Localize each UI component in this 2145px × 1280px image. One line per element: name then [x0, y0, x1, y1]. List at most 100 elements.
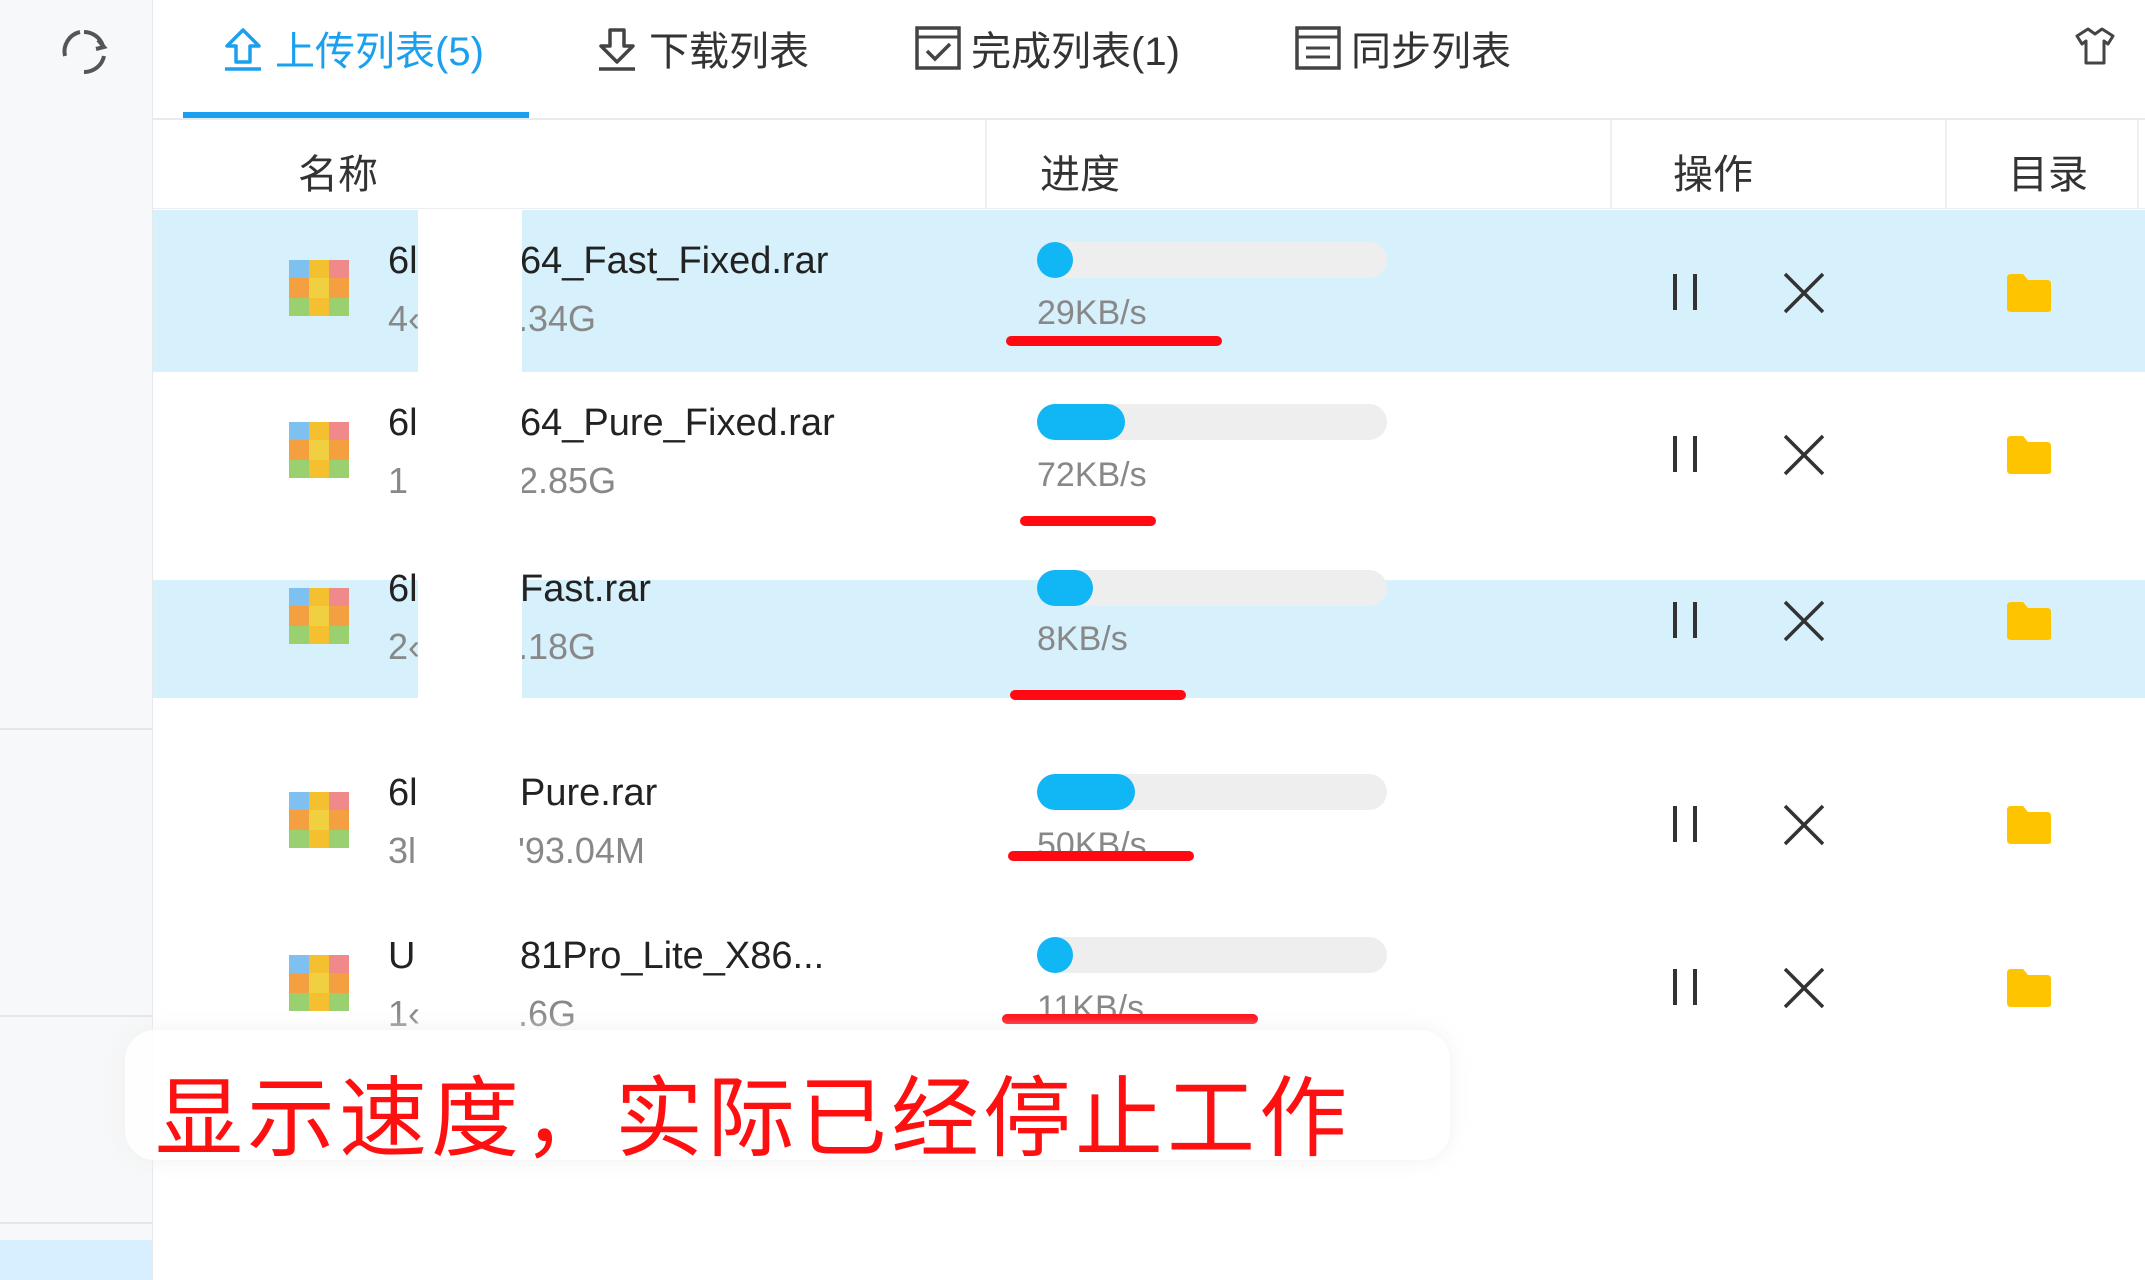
archive-file-icon — [289, 955, 349, 1011]
transfer-speed: 8KB/s — [1037, 620, 1128, 658]
download-icon — [599, 28, 635, 71]
archive-file-icon — [289, 422, 349, 478]
file-size-prefix: 2‹ — [388, 626, 421, 667]
file-name-prefix: 6l — [388, 772, 418, 814]
progress-fill — [1037, 570, 1093, 606]
progress-fill — [1037, 774, 1135, 810]
close-icon — [1783, 434, 1825, 476]
file-name-prefix: U — [388, 935, 416, 977]
progress-bar — [1037, 937, 1387, 973]
progress-bar — [1037, 570, 1387, 606]
sidebar-divider — [0, 1015, 152, 1017]
pause-button[interactable] — [1665, 270, 1705, 314]
sidebar-divider — [0, 728, 152, 730]
file-name-prefix: 6l — [388, 568, 418, 610]
file-size-prefix: 4‹ — [388, 298, 421, 339]
annotation-box: 显示速度，实际已经停止工作 — [125, 1030, 1450, 1170]
tab-label: 下载列表 — [649, 30, 809, 74]
tab-label: 上传列表(5) — [275, 30, 484, 74]
file-name: 81Pro_Lite_X86... — [520, 935, 825, 977]
pause-icon — [1673, 806, 1697, 842]
sidebar-selected-item[interactable] — [0, 1240, 152, 1280]
open-folder-button[interactable] — [2005, 967, 2053, 1009]
file-name-prefix: 6l — [388, 240, 418, 282]
skin-shirt-icon[interactable] — [2073, 24, 2117, 68]
sync-list-icon — [1295, 26, 1341, 70]
tab-completed-list[interactable]: 完成列表(1) — [913, 22, 1180, 74]
close-icon — [1783, 967, 1825, 1009]
column-divider — [1945, 120, 1947, 208]
upload-row[interactable] — [153, 742, 2145, 904]
tab-download-list[interactable]: 下载列表 — [593, 22, 809, 74]
tab-label: 同步列表 — [1351, 30, 1511, 74]
cancel-button[interactable] — [1781, 432, 1827, 478]
open-folder-button[interactable] — [2005, 600, 2053, 642]
progress-bar — [1037, 774, 1387, 810]
file-size: .34G — [518, 298, 597, 339]
tab-sync-list[interactable]: 同步列表 — [1293, 22, 1511, 74]
open-folder-button[interactable] — [2005, 804, 2053, 846]
red-underline-mark — [1002, 1014, 1258, 1024]
annotation-text: 显示速度，实际已经停止工作 — [155, 1067, 1352, 1170]
file-name: 64_Pure_Fixed.rar — [520, 402, 835, 444]
file-size-prefix: 1 — [388, 460, 409, 501]
column-divider — [985, 120, 987, 208]
open-folder-button[interactable] — [2005, 272, 2053, 314]
pause-button[interactable] — [1665, 965, 1705, 1009]
column-divider — [1610, 120, 1612, 208]
red-underline-mark — [1008, 851, 1194, 861]
transfer-speed: 29KB/s — [1037, 294, 1147, 332]
transfer-tabs: 上传列表(5) 下载列表 完成列表(1) 同步列表 — [153, 0, 2145, 120]
pause-button[interactable] — [1665, 598, 1705, 642]
folder-icon — [2007, 806, 2051, 844]
pause-button[interactable] — [1665, 802, 1705, 846]
file-name: Fast.rar — [520, 568, 651, 610]
redacted-area — [418, 210, 522, 702]
archive-file-icon — [289, 260, 349, 316]
file-size: .18G — [518, 626, 597, 667]
red-underline-mark — [1010, 690, 1186, 700]
col-directory: 目录 — [2008, 153, 2088, 197]
file-name-prefix: 6l — [388, 402, 418, 444]
file-size: .6G — [518, 993, 577, 1034]
progress-fill — [1037, 242, 1073, 278]
progress-bar — [1037, 404, 1387, 440]
cancel-button[interactable] — [1781, 965, 1827, 1011]
checkbox-icon — [915, 26, 961, 70]
refresh-icon[interactable] — [58, 26, 110, 78]
column-divider — [2137, 120, 2139, 208]
col-action: 操作 — [1673, 153, 1753, 197]
folder-icon — [2007, 436, 2051, 474]
pause-icon — [1673, 969, 1697, 1005]
close-icon — [1783, 804, 1825, 846]
cancel-button[interactable] — [1781, 598, 1827, 644]
pause-button[interactable] — [1665, 432, 1705, 476]
tab-upload-list[interactable]: 上传列表(5) — [219, 22, 484, 74]
file-size-prefix: 1‹ — [388, 993, 421, 1034]
archive-file-icon — [289, 792, 349, 848]
progress-fill — [1037, 937, 1073, 973]
progress-fill — [1037, 404, 1125, 440]
file-size: 2.85G — [518, 460, 617, 501]
table-header: 名称 进度 操作 目录 — [153, 120, 2145, 209]
file-size: '93.04M — [518, 830, 645, 871]
tab-label: 完成列表(1) — [971, 30, 1180, 74]
archive-file-icon — [289, 588, 349, 644]
red-underline-mark — [1006, 336, 1222, 346]
pause-icon — [1673, 274, 1697, 310]
pause-icon — [1673, 436, 1697, 472]
cancel-button[interactable] — [1781, 802, 1827, 848]
folder-icon — [2007, 969, 2051, 1007]
sidebar-divider — [0, 1222, 152, 1224]
close-icon — [1783, 600, 1825, 642]
open-folder-button[interactable] — [2005, 434, 2053, 476]
transfer-speed: 72KB/s — [1037, 456, 1147, 494]
col-progress: 进度 — [1040, 153, 1120, 197]
file-name: Pure.rar — [520, 772, 658, 814]
cancel-button[interactable] — [1781, 270, 1827, 316]
file-name: 64_Fast_Fixed.rar — [520, 240, 829, 282]
upload-icon — [225, 28, 261, 71]
pause-icon — [1673, 602, 1697, 638]
folder-icon — [2007, 274, 2051, 312]
col-name: 名称 — [298, 153, 378, 197]
